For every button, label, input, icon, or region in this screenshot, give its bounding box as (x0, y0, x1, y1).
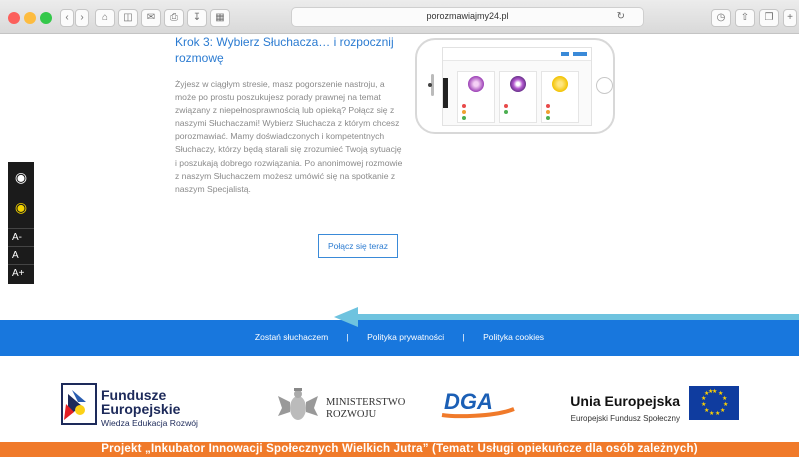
screen-listener-card (541, 71, 579, 123)
screen-nav-button (561, 52, 569, 56)
phone-home-button (596, 77, 613, 94)
flower-image (468, 76, 484, 92)
svg-text:★: ★ (708, 388, 713, 395)
step-title: Krok 3: Wybierz Słuchacza… i rozpocznij … (175, 35, 394, 65)
step-description: Żyjesz w ciągłym stresie, masz pogorszen… (175, 78, 404, 196)
flower-image (510, 76, 526, 92)
fe-subtitle: Wiedza Edukacja Rozwój (101, 418, 198, 428)
footer-separator: | (346, 332, 349, 342)
polish-eagle-emblem (278, 388, 318, 420)
svg-text:★: ★ (701, 401, 706, 408)
mail-icon[interactable]: ✉ (141, 9, 161, 27)
eu-subtitle: Europejski Fundusz Społeczny (570, 414, 680, 423)
status-dot (546, 116, 550, 120)
footer-links: Zostań słuchaczem | Polityka prywatności… (0, 332, 799, 342)
back-button[interactable]: ‹ (60, 9, 74, 27)
font-increase-button[interactable]: A+ (8, 264, 34, 281)
screen-listener-card (457, 71, 495, 123)
minimize-window-button[interactable] (24, 12, 36, 24)
status-dot (462, 116, 466, 120)
tabs-icon[interactable]: ❐ (759, 9, 779, 27)
forward-button[interactable]: › (75, 9, 89, 27)
grid-icon[interactable]: ▦ (210, 9, 230, 27)
svg-text:★: ★ (704, 407, 709, 414)
history-icon[interactable]: ◷ (711, 9, 731, 27)
screen-header (443, 48, 591, 61)
svg-text:★: ★ (720, 407, 725, 414)
download-icon[interactable]: ↧ (187, 9, 207, 27)
screen-listener-card (499, 71, 537, 123)
status-dot (546, 110, 550, 114)
status-dot (504, 110, 508, 114)
fe-line-2: Europejskie (101, 401, 181, 417)
status-dot (546, 104, 550, 108)
phone-screen (442, 47, 592, 126)
funding-logos: Fundusze Europejskie Wiedza Edukacja Roz… (0, 356, 799, 442)
share-icon[interactable]: ⇧ (735, 9, 755, 27)
browser-titlebar: ‹ › ⌂ ◫ ✉ ⎙ ↧ ▦ porozmawiajmy24.pl ↻ ◷ ⇧… (0, 0, 799, 34)
status-dot (462, 104, 466, 108)
arrow-line (352, 314, 799, 320)
close-window-button[interactable] (8, 12, 20, 24)
font-decrease-button[interactable]: A- (8, 228, 34, 245)
address-url: porozmawiajmy24.pl (426, 11, 509, 21)
step-paragraph-1: Żyjesz w ciągłym stresie, masz pogorszen… (175, 79, 402, 168)
privacy-policy-link[interactable]: Polityka prywatności (367, 332, 444, 342)
arrow-left-icon (334, 307, 358, 327)
screen-accessibility-bar (443, 78, 448, 108)
page-content: Krok 3: Wybierz Słuchacza… i rozpocznij … (0, 34, 799, 457)
sidebar-icon[interactable]: ◫ (118, 9, 138, 27)
footer-separator: | (462, 332, 465, 342)
contrast-eye-icon[interactable]: ◉ (8, 166, 34, 188)
fe-line-1: Fundusze (101, 387, 167, 403)
ministry-name: MINISTERSTWO ROZWOJU (326, 397, 405, 421)
flower-image (552, 76, 568, 92)
project-banner: Projekt „Inkubator Innowacji Społecznych… (0, 442, 799, 457)
new-tab-button[interactable]: + (783, 9, 797, 27)
print-icon[interactable]: ⎙ (164, 9, 184, 27)
status-dot (504, 104, 508, 108)
screen-nav-button (573, 52, 587, 56)
svg-text:★: ★ (709, 410, 714, 417)
status-dot (462, 110, 466, 114)
become-listener-link[interactable]: Zostań słuchaczem (255, 332, 328, 342)
reload-icon[interactable]: ↻ (617, 11, 625, 22)
connect-now-button[interactable]: Połącz się teraz (318, 234, 398, 258)
accessibility-toolbar: ◉ ◉ A- A A+ (8, 162, 34, 284)
phone-illustration (415, 38, 615, 134)
font-normal-button[interactable]: A (8, 246, 34, 263)
svg-text:★: ★ (715, 410, 720, 417)
ministry-line-1: MINISTERSTWO (326, 397, 406, 408)
dga-logo: DGA (441, 389, 515, 419)
ministry-line-2: ROZWOJU (326, 409, 377, 420)
zoom-window-button[interactable] (40, 12, 52, 24)
eu-title: Unia Europejska (570, 393, 680, 409)
address-bar[interactable]: porozmawiajmy24.pl ↻ (291, 7, 644, 27)
eu-flag-logo: ★ ★★ ★★★ ★★★ ★★★ (689, 386, 739, 420)
dga-text: DGA (444, 389, 493, 414)
contrast-yellow-eye-icon[interactable]: ◉ (8, 196, 34, 218)
home-icon[interactable]: ⌂ (95, 9, 115, 27)
fundusze-europejskie-logo (61, 383, 97, 425)
cookies-policy-link[interactable]: Polityka cookies (483, 332, 544, 342)
phone-camera (428, 83, 432, 87)
fundusze-europejskie-title: Fundusze Europejskie (101, 388, 180, 416)
